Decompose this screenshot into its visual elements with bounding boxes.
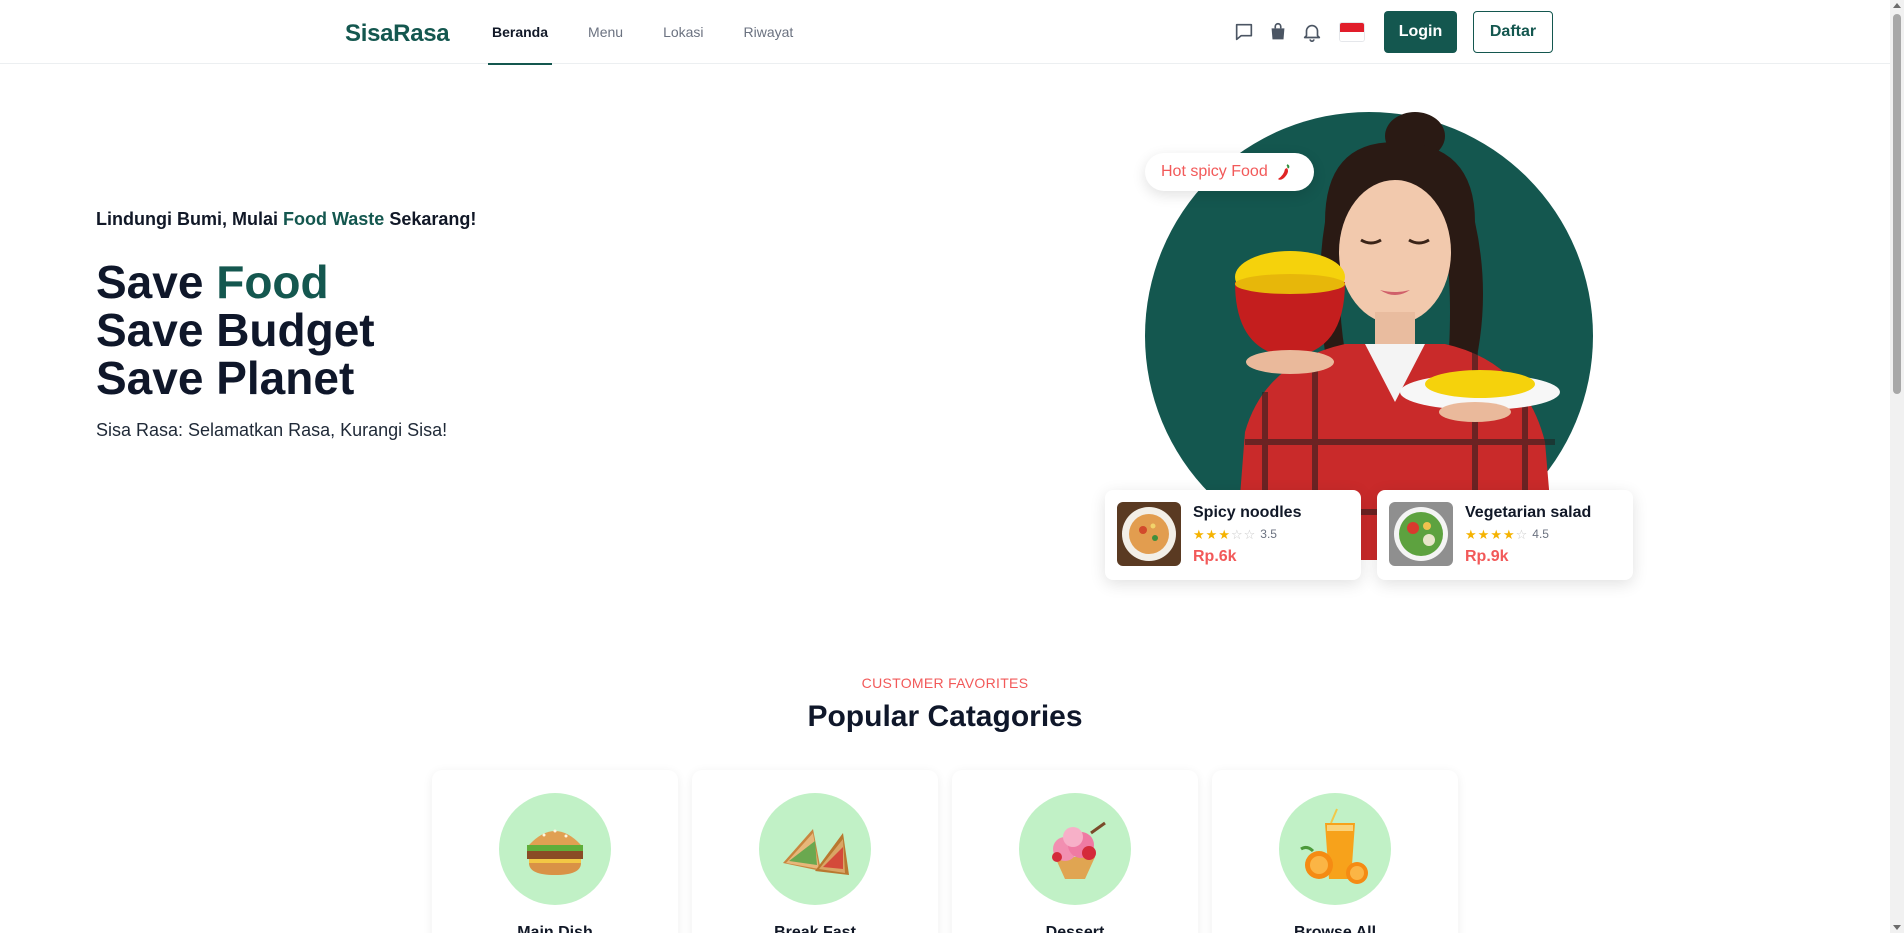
bell-icon[interactable] xyxy=(1298,18,1326,46)
dish-rating: ★ ★ ★ ★ ☆ 4.5 xyxy=(1465,527,1549,541)
category-card-dessert[interactable]: Dessert xyxy=(952,770,1198,933)
dessert-icon xyxy=(1019,793,1131,905)
tagline-accent: Food Waste xyxy=(282,209,385,229)
star-empty-icon: ☆ xyxy=(1243,526,1256,542)
header-icon-group xyxy=(1230,18,1364,46)
register-button[interactable]: Daftar xyxy=(1473,11,1553,53)
top-navbar: SisaRasa Beranda Menu Lokasi Riwayat Log… xyxy=(0,0,1890,65)
chat-icon[interactable] xyxy=(1230,18,1258,46)
scroll-down-arrow-icon[interactable] xyxy=(1893,925,1901,930)
main-nav: Beranda Menu Lokasi Riwayat xyxy=(488,0,829,65)
dish-rating: ★ ★ ★ ☆ ☆ 3.5 xyxy=(1193,527,1277,541)
star-empty-icon: ☆ xyxy=(1230,526,1243,542)
section-kicker: CUSTOMER FAVORITES xyxy=(861,675,1029,691)
dish-card-vegetarian-salad[interactable]: Vegetarian salad ★ ★ ★ ★ ☆ 4.5 Rp.9k xyxy=(1377,490,1633,580)
login-button[interactable]: Login xyxy=(1384,11,1457,53)
category-card-browse-all[interactable]: Browse All xyxy=(1212,770,1458,933)
sandwich-icon xyxy=(759,793,871,905)
chili-icon xyxy=(1277,164,1290,180)
category-card-break-fast[interactable]: Break Fast xyxy=(692,770,938,933)
burger-icon xyxy=(499,793,611,905)
hero-subtitle: Sisa Rasa: Selamatkan Rasa, Kurangi Sisa… xyxy=(96,420,448,440)
star-empty-icon: ☆ xyxy=(1515,526,1528,542)
scroll-up-arrow-icon[interactable] xyxy=(1893,3,1901,8)
star-full-icon: ★ xyxy=(1490,526,1502,542)
dish-price: Rp.6k xyxy=(1193,548,1237,565)
scrollbar-thumb[interactable] xyxy=(1893,14,1901,394)
nav-item-beranda[interactable]: Beranda xyxy=(488,0,553,65)
page-scrollbar[interactable] xyxy=(1890,0,1904,933)
nav-item-riwayat[interactable]: Riwayat xyxy=(740,0,798,64)
dish-price: Rp.9k xyxy=(1465,548,1509,565)
star-full-icon: ★ xyxy=(1205,526,1218,542)
vegetarian-salad-thumbnail xyxy=(1389,502,1453,566)
indonesia-flag-icon[interactable] xyxy=(1340,23,1364,41)
category-card-main-dish[interactable]: Main Dish xyxy=(432,770,678,933)
spicy-noodles-thumbnail xyxy=(1117,502,1181,566)
category-label: Main Dish xyxy=(517,924,593,933)
dish-name: Spicy noodles xyxy=(1193,504,1302,521)
orange-juice-icon xyxy=(1279,793,1391,905)
category-label: Break Fast xyxy=(774,924,856,933)
headline-line-1: Save Food xyxy=(96,256,329,308)
headline-line-2: Save Budget xyxy=(96,304,375,356)
dish-rating-value: 4.5 xyxy=(1532,527,1549,541)
hot-spicy-badge: Hot spicy Food xyxy=(1145,153,1314,191)
headline-line-3: Save Planet xyxy=(96,352,355,404)
star-full-icon: ★ xyxy=(1502,526,1515,542)
category-label: Dessert xyxy=(1045,924,1105,933)
star-full-icon: ★ xyxy=(1193,526,1205,542)
star-full-icon: ★ xyxy=(1477,526,1490,542)
nav-item-menu[interactable]: Menu xyxy=(584,0,627,64)
star-full-icon: ★ xyxy=(1465,526,1477,542)
category-label: Browse All xyxy=(1293,924,1377,933)
hero-tagline: Lindungi Bumi, Mulai Food Waste Sekarang… xyxy=(96,209,477,229)
hero-headline: Save Food Save Budget Save Planet xyxy=(96,258,375,402)
section-title: Popular Catagories xyxy=(807,700,1083,733)
star-full-icon: ★ xyxy=(1218,526,1230,542)
shopping-bag-icon[interactable] xyxy=(1264,18,1292,46)
dish-card-spicy-noodles[interactable]: Spicy noodles ★ ★ ★ ☆ ☆ 3.5 Rp.6k xyxy=(1105,490,1361,580)
dish-name: Vegetarian salad xyxy=(1465,504,1592,521)
brand-logo[interactable]: SisaRasa xyxy=(345,20,450,48)
dish-rating-value: 3.5 xyxy=(1260,527,1277,541)
nav-item-lokasi[interactable]: Lokasi xyxy=(659,0,707,64)
